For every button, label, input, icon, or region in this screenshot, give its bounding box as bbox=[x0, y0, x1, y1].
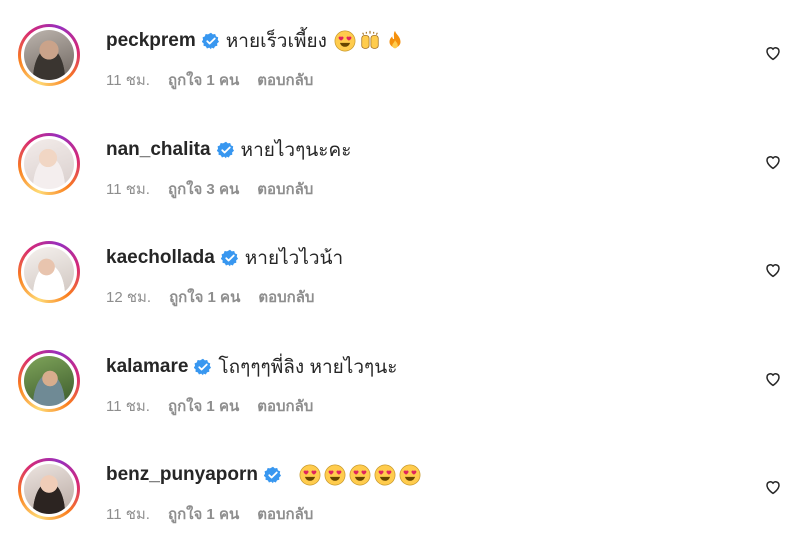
comment-username[interactable]: benz_punyaporn bbox=[106, 464, 258, 486]
comment-username[interactable]: kaechollada bbox=[106, 247, 215, 269]
comment-timestamp: 12 ชม. bbox=[106, 289, 152, 306]
comment-item: peckprem หายเร็วเพี้ยง 11 ชม. ถูกใจ 1 คน… bbox=[0, 24, 800, 132]
heart-eyes-face-icon bbox=[299, 464, 321, 486]
verified-badge-icon bbox=[264, 466, 282, 484]
comment-item: kaechollada หายไวไวน้า 12 ชม. ถูกใจ 1 คน… bbox=[0, 241, 800, 349]
avatar-story-ring[interactable] bbox=[18, 24, 80, 86]
comment-text: หายเร็วเพี้ยง bbox=[225, 31, 327, 52]
comment-text: หายไวๆนะคะ bbox=[240, 140, 352, 161]
verified-badge-icon bbox=[220, 249, 238, 267]
heart-eyes-face-icon bbox=[349, 464, 371, 486]
like-heart-icon[interactable] bbox=[764, 44, 782, 62]
comment-timestamp: 11 ชม. bbox=[106, 506, 150, 523]
comment-item: benz_punyaporn 11 ชม. ถูกใจ 1 คน ตอบกลับ bbox=[0, 458, 800, 556]
comment-timestamp: 11 ชม. bbox=[106, 72, 150, 89]
like-heart-icon[interactable] bbox=[764, 153, 782, 171]
comment-text: โถๆๆๆพี่ลิง หายไวๆนะ bbox=[218, 357, 398, 378]
avatar bbox=[24, 247, 74, 297]
comment-likes-link[interactable]: ถูกใจ 1 คน bbox=[169, 285, 240, 309]
comment-likes-link[interactable]: ถูกใจ 3 คน bbox=[168, 177, 239, 201]
reply-button[interactable]: ตอบกลับ bbox=[257, 502, 313, 526]
heart-eyes-face-icon bbox=[374, 464, 396, 486]
avatar-story-ring[interactable] bbox=[18, 241, 80, 303]
verified-badge-icon bbox=[201, 32, 219, 50]
reply-button[interactable]: ตอบกลับ bbox=[257, 68, 313, 92]
emoji-group bbox=[296, 464, 421, 486]
reply-button[interactable]: ตอบกลับ bbox=[257, 394, 313, 418]
reply-button[interactable]: ตอบกลับ bbox=[258, 285, 314, 309]
verified-badge-icon bbox=[216, 141, 234, 159]
comment-username[interactable]: peckprem bbox=[106, 30, 196, 52]
comment-likes-link[interactable]: ถูกใจ 1 คน bbox=[168, 502, 239, 526]
avatar bbox=[24, 356, 74, 406]
avatar-story-ring[interactable] bbox=[18, 133, 80, 195]
like-heart-icon[interactable] bbox=[764, 370, 782, 388]
comment-timestamp: 11 ชม. bbox=[106, 398, 150, 415]
fire-icon bbox=[389, 30, 401, 49]
heart-eyes-face-icon bbox=[324, 464, 346, 486]
like-heart-icon[interactable] bbox=[764, 261, 782, 279]
comment-item: kalamare โถๆๆๆพี่ลิง หายไวๆนะ 11 ชม. ถูก… bbox=[0, 350, 800, 458]
verified-badge-icon bbox=[194, 358, 212, 376]
comment-text: หายไวไวน้า bbox=[244, 248, 344, 269]
comment-username[interactable]: kalamare bbox=[106, 356, 188, 378]
comment-likes-link[interactable]: ถูกใจ 1 คน bbox=[168, 394, 239, 418]
avatar-story-ring[interactable] bbox=[18, 350, 80, 412]
avatar-story-ring[interactable] bbox=[18, 458, 80, 520]
comment-likes-link[interactable]: ถูกใจ 1 คน bbox=[168, 68, 239, 92]
comment-username[interactable]: nan_chalita bbox=[106, 139, 211, 161]
avatar bbox=[24, 464, 74, 514]
avatar bbox=[24, 30, 74, 80]
avatar bbox=[24, 139, 74, 189]
comment-timestamp: 11 ชม. bbox=[106, 181, 150, 198]
comment-item: nan_chalita หายไวๆนะคะ 11 ชม. ถูกใจ 3 คน… bbox=[0, 133, 800, 241]
like-heart-icon[interactable] bbox=[764, 478, 782, 496]
raised-hands-icon bbox=[361, 30, 379, 49]
emoji-group bbox=[331, 30, 406, 52]
heart-eyes-face-icon bbox=[334, 30, 356, 52]
reply-button[interactable]: ตอบกลับ bbox=[257, 177, 313, 201]
heart-eyes-face-icon bbox=[399, 464, 421, 486]
